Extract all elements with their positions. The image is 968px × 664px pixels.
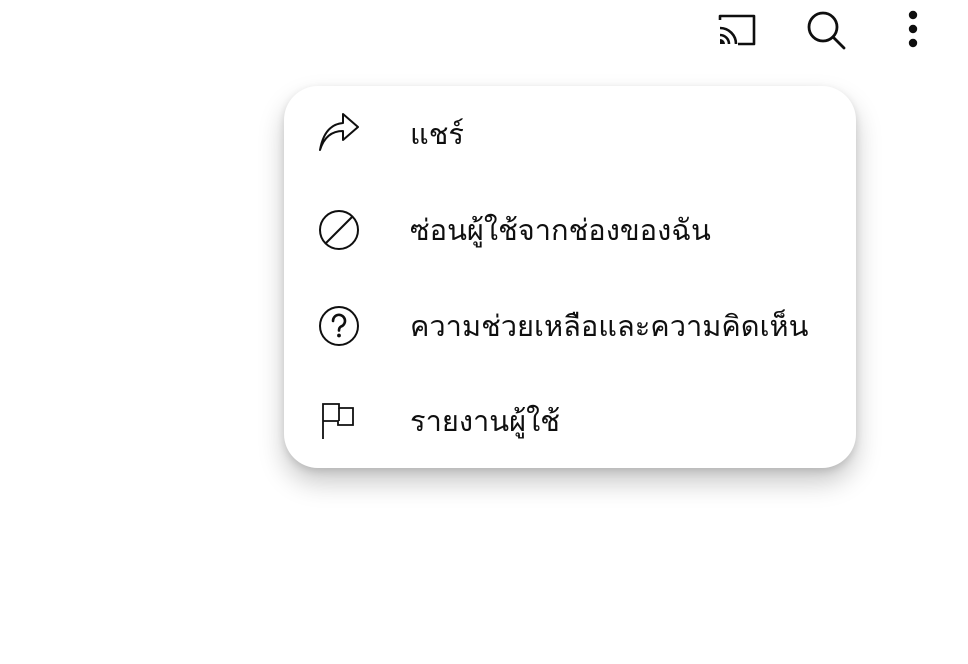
context-menu: แชร์ ซ่อนผู้ใช้จากช่องของฉัน ความช่วยเหล… — [284, 86, 856, 468]
more-vertical-icon — [908, 10, 918, 48]
cast-button[interactable] — [714, 8, 758, 52]
menu-item-label: แชร์ — [410, 117, 464, 151]
more-options-button[interactable] — [891, 8, 935, 52]
flag-icon — [316, 398, 362, 444]
search-icon — [807, 11, 846, 50]
menu-item-share[interactable]: แชร์ — [284, 86, 856, 182]
top-app-bar — [0, 0, 968, 62]
search-button[interactable] — [804, 8, 848, 52]
menu-item-label: รายงานผู้ใช้ — [410, 404, 560, 438]
cast-icon — [718, 14, 756, 46]
menu-item-label: ความช่วยเหลือและความคิดเห็น — [410, 309, 809, 343]
menu-item-report-user[interactable]: รายงานผู้ใช้ — [284, 373, 856, 469]
menu-item-help-feedback[interactable]: ความช่วยเหลือและความคิดเห็น — [284, 278, 856, 374]
menu-item-hide-user[interactable]: ซ่อนผู้ใช้จากช่องของฉัน — [284, 182, 856, 278]
share-icon — [316, 111, 362, 157]
block-icon — [316, 207, 362, 253]
menu-item-label: ซ่อนผู้ใช้จากช่องของฉัน — [410, 213, 711, 247]
page: แชร์ ซ่อนผู้ใช้จากช่องของฉัน ความช่วยเหล… — [0, 0, 968, 664]
help-icon — [316, 303, 362, 349]
